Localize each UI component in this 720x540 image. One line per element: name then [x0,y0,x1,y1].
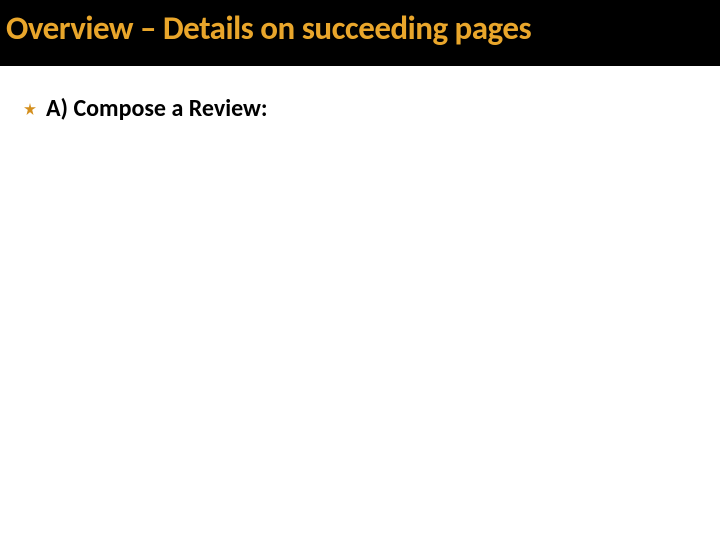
title-band: Overview – Details on succeeding pages [0,0,720,66]
slide-body: A) Compose a Review: [0,66,720,123]
list-item: A) Compose a Review: [24,94,696,123]
bullet-icon [24,103,36,115]
bullet-text: A) Compose a Review: [46,94,268,123]
slide-title: Overview – Details on succeeding pages [6,8,714,48]
